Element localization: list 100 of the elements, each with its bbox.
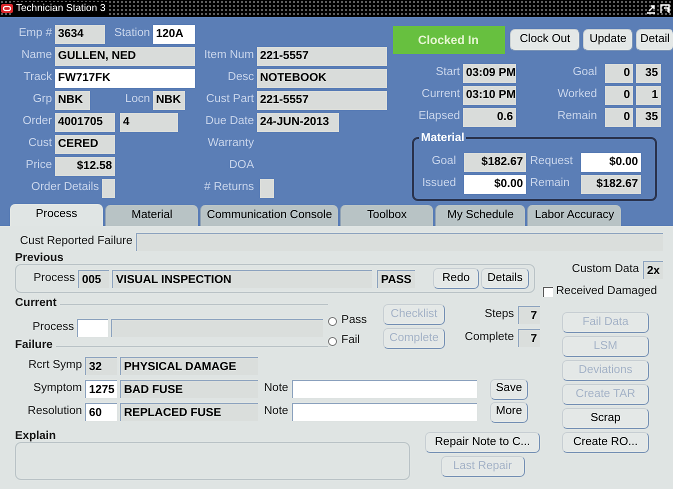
button[interactable]: Details (481, 268, 529, 289)
input-field[interactable]: 35 (636, 108, 661, 126)
field-label: Remain (529, 176, 571, 192)
input-field[interactable]: 1275 (85, 380, 117, 398)
input-field[interactable]: 1 (636, 86, 661, 104)
button[interactable]: Update (583, 29, 633, 51)
input-field[interactable]: GULLEN, NED (55, 46, 195, 66)
field-label: Complete (464, 330, 514, 345)
checkbox[interactable] (543, 287, 553, 297)
tab[interactable]: Communication Console (200, 205, 338, 226)
input-field[interactable] (111, 319, 323, 337)
input-field[interactable]: VISUAL INSPECTION (112, 270, 372, 288)
input-field[interactable]: 221-5557 (257, 46, 387, 66)
field-label: Item Num (203, 48, 255, 64)
input-field[interactable]: 35 (636, 64, 661, 82)
input-field[interactable] (292, 403, 477, 421)
input-field[interactable] (102, 178, 115, 198)
input-field[interactable]: $0.00 (581, 152, 641, 172)
input-field[interactable]: 0 (605, 86, 633, 104)
tab[interactable]: Labor Accuracy (527, 205, 621, 226)
input-field[interactable] (136, 233, 663, 251)
field-label: Remain (556, 109, 598, 124)
input-field[interactable]: $0.00 (464, 174, 526, 194)
button[interactable]: More (490, 402, 528, 422)
radio-button[interactable] (328, 316, 338, 326)
input-field[interactable] (292, 380, 477, 398)
field-label: Fail (341, 333, 360, 348)
input-field[interactable]: NBK (153, 90, 185, 110)
field-label: Resolution (26, 404, 82, 420)
field-label: Current (420, 87, 461, 102)
input-field[interactable] (77, 319, 108, 337)
tab[interactable]: Material (105, 205, 198, 226)
input-field[interactable]: 32 (85, 357, 117, 375)
button[interactable]: Scrap (562, 408, 649, 429)
input-field[interactable]: 0 (605, 64, 633, 82)
input-field[interactable]: 120A (153, 24, 195, 44)
field-label: DOA (228, 158, 255, 174)
field-label: Cust Reported Failure (20, 234, 132, 250)
input-field[interactable]: 4001705 (55, 112, 115, 132)
field-label: Pass (341, 313, 367, 328)
field-label: Process (32, 270, 75, 286)
input-field[interactable]: 03:09 PM (463, 64, 516, 82)
tab[interactable]: Process (10, 204, 103, 226)
input-field[interactable]: 7 (518, 306, 540, 324)
input-field[interactable]: 7 (518, 328, 540, 346)
input-field[interactable]: 221-5557 (257, 90, 387, 110)
field-label: Custom Data (572, 262, 639, 278)
input-field[interactable]: $12.58 (55, 156, 115, 176)
tab[interactable]: My Schedule (435, 205, 525, 226)
restore-icon (646, 4, 656, 14)
field-label: Note (264, 381, 290, 396)
field-label: Station (113, 26, 151, 42)
button[interactable]: Create RO... (562, 432, 649, 453)
input-field[interactable]: FW717FK (55, 68, 195, 88)
field-label: Name (20, 48, 53, 64)
field-label: Process (31, 320, 74, 336)
input-field[interactable]: 60 (85, 403, 117, 421)
input-field[interactable]: PASS (377, 270, 415, 288)
input-field[interactable]: 0.6 (463, 108, 516, 126)
input-field[interactable]: 4 (120, 112, 178, 132)
button[interactable]: Clock Out (510, 29, 580, 51)
input-field[interactable]: PHYSICAL DAMAGE (120, 357, 258, 375)
tab[interactable]: Toolbox (340, 205, 433, 226)
field-label: Note (264, 404, 290, 420)
button[interactable]: Detail (636, 29, 673, 51)
field-label: Cust Part (205, 92, 255, 108)
input-field[interactable]: 03:10 PM (463, 86, 516, 104)
field-label: Price (24, 158, 53, 174)
field-label: Symptom (32, 381, 82, 396)
field-label: Warranty (206, 136, 255, 152)
field-label: Order Details (30, 180, 100, 196)
input-field[interactable]: $182.67 (464, 152, 526, 172)
field-label: Rcrt Symp (27, 358, 82, 374)
field-label: Order (22, 114, 53, 130)
field-label: Cust (27, 136, 53, 152)
input-field[interactable]: BAD FUSE (120, 380, 258, 398)
field-label: Track (22, 70, 53, 86)
input-field[interactable]: 24-JUN-2013 (257, 112, 339, 132)
field-label: Steps (484, 306, 514, 322)
field-label: Elapsed (417, 109, 461, 124)
input-field[interactable]: 3634 (55, 24, 105, 44)
app-icon (1, 4, 13, 13)
input-field[interactable] (260, 178, 274, 198)
input-field[interactable]: NOTEBOOK (257, 68, 387, 88)
radio-button[interactable] (328, 336, 338, 346)
input-field[interactable]: $182.67 (581, 174, 641, 194)
input-field[interactable]: REPLACED FUSE (120, 403, 258, 421)
button[interactable]: Repair Note to C... (425, 432, 540, 453)
field-label: Request (529, 154, 574, 170)
input-field[interactable]: NBK (55, 90, 90, 110)
input-field[interactable]: 0 (605, 108, 633, 126)
field-label: # Returns (203, 180, 255, 196)
input-field[interactable]: 005 (78, 270, 109, 288)
field-label: Due Date (204, 114, 255, 130)
input-field[interactable]: 2x (643, 261, 663, 279)
button[interactable]: Save (490, 378, 528, 400)
button[interactable]: Redo (433, 268, 479, 289)
input-field[interactable]: CERED (55, 134, 115, 154)
group-legend: Explain (15, 430, 410, 442)
field-label: Emp # (18, 26, 53, 42)
